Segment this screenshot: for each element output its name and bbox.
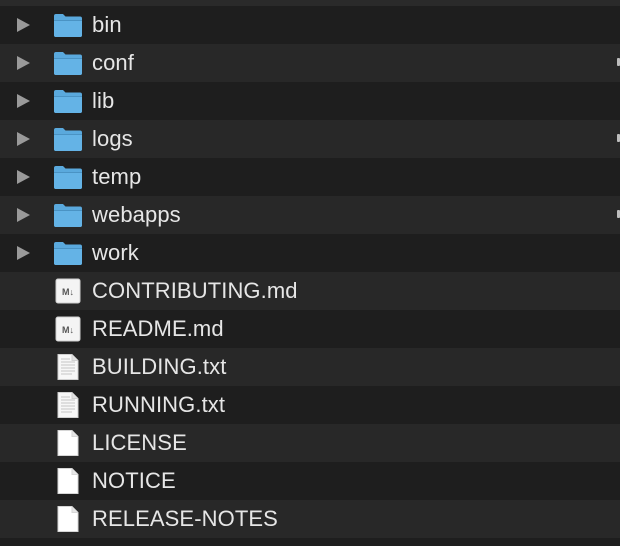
item-name: temp (92, 164, 142, 189)
svg-text:M↓: M↓ (62, 287, 74, 297)
item-name: BUILDING.txt (92, 354, 227, 379)
blank-file-icon (53, 506, 83, 532)
folder-icon (53, 240, 83, 266)
markdown-file-icon: M↓ (53, 316, 83, 342)
list-item-logs[interactable]: logs (0, 120, 620, 158)
list-item-notice[interactable]: NOTICE (0, 462, 620, 500)
text-file-icon (53, 354, 83, 380)
item-name: LICENSE (92, 430, 187, 455)
blank-file-icon (53, 430, 83, 456)
folder-icon (53, 164, 83, 190)
folder-icon (53, 50, 83, 76)
list-item-temp[interactable]: temp (0, 158, 620, 196)
item-name: RUNNING.txt (92, 392, 226, 417)
list-item-release-notes[interactable]: RELEASE-NOTES (0, 500, 620, 538)
folder-icon (53, 12, 83, 38)
list-item-license[interactable]: LICENSE (0, 424, 620, 462)
list-item-building-txt[interactable]: BUILDING.txt (0, 348, 620, 386)
disclosure-triangle-icon[interactable] (17, 170, 30, 184)
disclosure-triangle-icon[interactable] (17, 18, 30, 32)
disclosure-triangle-icon[interactable] (17, 246, 30, 260)
file-list: bin conf lib logs temp webapps work M↓ C… (0, 6, 620, 546)
item-name: webapps (92, 202, 181, 227)
item-name: NOTICE (92, 468, 176, 493)
item-name: conf (92, 50, 134, 75)
item-name: bin (92, 12, 122, 37)
list-item-bin[interactable]: bin (0, 6, 620, 44)
item-name: RELEASE-NOTES (92, 506, 278, 531)
list-item-contributing-md[interactable]: M↓ CONTRIBUTING.md (0, 272, 620, 310)
disclosure-triangle-icon[interactable] (17, 208, 30, 222)
folder-icon (53, 202, 83, 228)
disclosure-triangle-icon[interactable] (17, 56, 30, 70)
disclosure-triangle-icon[interactable] (17, 132, 30, 146)
list-item-lib[interactable]: lib (0, 82, 620, 120)
list-item-work[interactable]: work (0, 234, 620, 272)
item-name: README.md (92, 316, 224, 341)
list-item-conf[interactable]: conf (0, 44, 620, 82)
list-item-running-txt[interactable]: RUNNING.txt (0, 386, 620, 424)
item-name: CONTRIBUTING.md (92, 278, 298, 303)
markdown-file-icon: M↓ (53, 278, 83, 304)
item-name: logs (92, 126, 133, 151)
svg-text:M↓: M↓ (62, 325, 74, 335)
item-name: work (92, 240, 139, 265)
blank-file-icon (53, 468, 83, 494)
disclosure-triangle-icon[interactable] (17, 94, 30, 108)
text-file-icon (53, 392, 83, 418)
list-item-readme-md[interactable]: M↓ README.md (0, 310, 620, 348)
folder-icon (53, 88, 83, 114)
item-name: lib (92, 88, 115, 113)
list-item-webapps[interactable]: webapps (0, 196, 620, 234)
folder-icon (53, 126, 83, 152)
